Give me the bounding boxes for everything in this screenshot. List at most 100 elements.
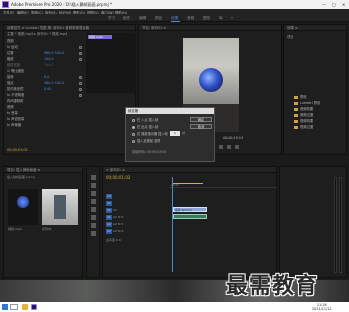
bin-item-video-caption: 视频.mp4	[8, 227, 22, 231]
timeline-audio-clip[interactable]	[173, 214, 207, 219]
premiere-taskbar-icon[interactable]	[31, 304, 37, 310]
hand-tool-icon[interactable]	[91, 223, 96, 228]
reset-icon[interactable]	[79, 46, 82, 49]
workspace-more[interactable]: »	[231, 16, 233, 20]
radio-icon[interactable]	[132, 139, 135, 143]
track-v1[interactable]: V1 V1	[106, 207, 166, 213]
project-bin-panel: 项目: 插入静帧画面 ≡ 插入静帧画面.prproj 视频.mp4 序列01	[3, 166, 83, 278]
workspace-editing[interactable]: 编辑	[139, 16, 146, 21]
effects-folder-video-transitions[interactable]: 视频过渡	[294, 125, 344, 130]
workspace-learn[interactable]: 学习	[108, 16, 115, 21]
fx-row-scale[interactable]: 缩放 100.0	[4, 57, 86, 62]
razor-tool-icon[interactable]	[91, 199, 96, 204]
timeline-tab[interactable]: × 序列01 ≡	[103, 167, 276, 173]
effect-controls-timeline[interactable]	[86, 33, 136, 93]
ripple-edit-tool-icon[interactable]	[91, 191, 96, 196]
folder-icon	[294, 125, 298, 129]
fx-row-opacity[interactable]: fx 不透明度	[4, 93, 86, 98]
track-v2[interactable]: V2	[106, 200, 166, 206]
workspace-color[interactable]: 颜色	[155, 16, 162, 21]
fx-row-channel-volume[interactable]: fx 声道音量	[4, 117, 86, 122]
audio-meter-right	[339, 177, 342, 273]
watermark-logo: 最需教育	[226, 273, 319, 299]
reset-icon[interactable]	[79, 94, 82, 97]
start-menu-icon[interactable]	[2, 304, 8, 310]
pen-tool-icon[interactable]	[91, 215, 96, 220]
audio-meters-panel	[279, 166, 347, 278]
fx-row-position[interactable]: 位置 960.0 540.0	[4, 51, 86, 56]
taskbar-date: 2021/11/12	[312, 307, 332, 311]
radio-selected-icon[interactable]	[132, 125, 135, 129]
fx-row-anchor[interactable]: 锚点 960.0 540.0	[4, 81, 86, 86]
workspace-audio[interactable]: 音频	[187, 16, 194, 21]
project-path: 插入静帧画面.prproj	[7, 175, 35, 179]
fx-row-time-remap[interactable]: 时间重映射	[4, 99, 86, 104]
effect-controls-source[interactable]: 主要 * 视频.mp4 ▸ 序列01 * 视频.mp4	[4, 31, 86, 37]
fx-row-uniform-scale[interactable]: ☑ 等比缩放	[4, 69, 86, 74]
workspace-graphics[interactable]: 图形	[203, 16, 210, 21]
effects-folder-presets[interactable]: 预设	[294, 95, 344, 100]
workspace-libraries[interactable]: 库	[219, 16, 223, 21]
window-title: Adobe Premiere Pro 2020 - D:\插入静帧画面.prpr…	[11, 2, 112, 7]
program-monitor-tab[interactable]: 节目: 序列01 ≡	[139, 25, 281, 31]
effects-folder-audio-effects[interactable]: 音频效果	[294, 107, 344, 112]
keyframe-icon[interactable]	[79, 52, 82, 55]
option-insert-at-in[interactable]: 在 入点 插入帧	[132, 118, 187, 123]
projected-globe-image	[199, 68, 223, 92]
fx-row-scale-width[interactable]: 缩放宽度 100.0	[4, 63, 86, 68]
effects-folder-lumetri[interactable]: Lumetri 预设	[294, 101, 344, 106]
work-area-bar[interactable]	[173, 183, 203, 184]
track-a1[interactable]: A1 A1 M S	[106, 214, 166, 220]
workspace-assembly[interactable]: 组件	[123, 16, 130, 21]
track-a3[interactable]: A3 A3 M S	[106, 228, 166, 234]
file-explorer-icon[interactable]	[22, 304, 28, 310]
effect-controls-timecode[interactable]: 00;00;01;02	[7, 148, 28, 152]
bin-item-sequence-thumbnail[interactable]	[42, 189, 78, 225]
track-select-tool-icon[interactable]	[91, 183, 96, 188]
effect-controls-panel: 效果控件 ≡ Lumetri 范围 源: 序列01 音频剪辑混合器 主要 * 视…	[3, 24, 136, 155]
project-bin-tab[interactable]: 项目: 插入静帧画面 ≡	[4, 167, 82, 173]
audio-meter-left	[334, 177, 337, 273]
keyframe-icon[interactable]	[79, 88, 82, 91]
option-hold-frame-settings[interactable]: 插入定格帧 选项	[132, 139, 187, 144]
playhead[interactable]	[172, 177, 173, 272]
timeline-timecode[interactable]: 00;00;01;02	[106, 175, 130, 180]
title-bar: Adobe Premiere Pro 2020 - D:\插入静帧画面.prpr…	[0, 0, 349, 9]
bin-item-video-thumbnail[interactable]	[8, 189, 38, 225]
slip-tool-icon[interactable]	[91, 207, 96, 212]
fx-row-motion[interactable]: fx 运动	[4, 45, 86, 50]
effects-folder-audio-transitions[interactable]: 音频过渡	[294, 113, 344, 118]
windows-taskbar: 11:26 2021/11/12	[0, 302, 349, 312]
fx-row-antiflicker[interactable]: 防闪烁滤镜 0.00	[4, 87, 86, 92]
effect-clip-label[interactable]: 视频.mp4	[88, 35, 112, 39]
type-tool-icon[interactable]	[91, 231, 96, 236]
cancel-button[interactable]: 取消	[190, 124, 212, 129]
timeline-video-clip[interactable]: 视频.mp4 [V]	[173, 207, 207, 212]
frame-hold-dialog: 帧定格 在 入点 插入帧 在 出点 插入帧 在 播放指示器 插入帧 插入定格帧 …	[125, 107, 215, 162]
keyframe-icon[interactable]	[79, 58, 82, 61]
effects-folder-video-effects[interactable]: 视频效果	[294, 119, 344, 124]
keyframe-icon[interactable]	[79, 82, 82, 85]
track-master[interactable]: 主声道 0.0	[106, 237, 166, 243]
lift-icon[interactable]	[219, 145, 223, 149]
ok-button[interactable]: 确定	[190, 117, 212, 122]
close-button[interactable]: ✕	[342, 2, 345, 7]
radio-icon[interactable]	[132, 118, 135, 122]
selection-tool-icon[interactable]	[91, 175, 96, 180]
maximize-button[interactable]: □	[332, 2, 336, 7]
fx-row-volume[interactable]: fx 音量	[4, 111, 86, 116]
fx-row-rotation[interactable]: 旋转 0.0	[4, 75, 86, 80]
track-a2[interactable]: A2 A2 M S	[106, 221, 166, 227]
track-v3[interactable]: V3	[106, 193, 166, 199]
search-icon[interactable]	[10, 304, 18, 310]
export-frame-icon[interactable]	[235, 145, 239, 149]
frame-count-label: 帧	[182, 131, 186, 135]
extract-icon[interactable]	[227, 145, 231, 149]
minimize-button[interactable]: —	[322, 2, 326, 7]
keyframe-icon[interactable]	[79, 76, 82, 79]
fx-row-panner[interactable]: fx 声像器	[4, 123, 86, 128]
effects-panel-tab[interactable]: 效果 ≡	[284, 25, 346, 31]
option-insert-at-out[interactable]: 在 出点 插入帧	[132, 125, 187, 130]
radio-icon[interactable]	[132, 132, 135, 136]
frame-count-input[interactable]: 1	[170, 131, 180, 136]
